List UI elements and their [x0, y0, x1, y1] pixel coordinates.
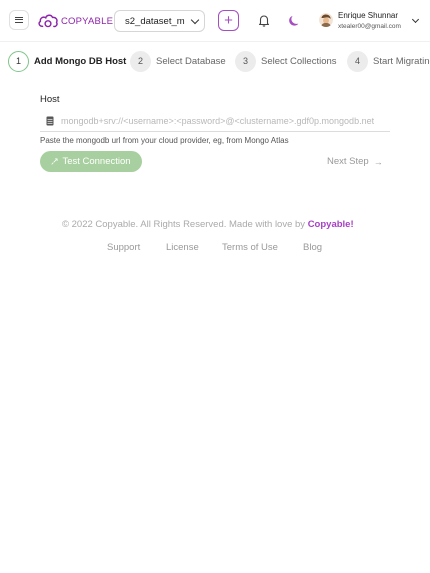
footer-link-support[interactable]: Support [107, 242, 140, 253]
step-number: 3 [235, 50, 256, 72]
brand-name: COPYABLE [61, 15, 114, 27]
hamburger-icon [15, 17, 23, 23]
next-step-button[interactable]: Next Step → [327, 156, 383, 167]
step-label: Start Migrating [373, 55, 430, 67]
brand-logo[interactable]: COPYABLE [37, 11, 113, 31]
plus-icon: + [224, 11, 233, 29]
host-input[interactable] [61, 116, 390, 126]
step-label: Select Database [156, 55, 226, 67]
test-connection-button[interactable]: Test Connection [40, 151, 142, 172]
host-label: Host [40, 94, 60, 105]
arrow-right-icon: → [373, 156, 383, 167]
step-number: 1 [8, 50, 29, 72]
user-menu-chevron-icon[interactable] [411, 15, 420, 24]
step-start-migrating[interactable]: 4 Start Migrating [347, 50, 430, 72]
dataset-select[interactable]: s2_dataset_m [114, 10, 205, 32]
migration-stepper: 1 Add Mongo DB Host 2 Select Database 3 … [0, 50, 430, 74]
database-icon [46, 116, 54, 126]
bell-icon[interactable] [258, 14, 270, 27]
add-button[interactable]: + [218, 10, 239, 31]
cloud-logo-icon [38, 14, 58, 28]
footer-link-blog[interactable]: Blog [303, 242, 322, 253]
step-number: 2 [130, 50, 151, 72]
step-add-host[interactable]: 1 Add Mongo DB Host [8, 50, 126, 72]
host-field [40, 111, 390, 132]
test-connection-label: Test Connection [62, 156, 131, 167]
user-name[interactable]: Enrique Shunnar [338, 11, 398, 20]
moon-icon[interactable] [288, 14, 301, 27]
footer-link-license[interactable]: License [166, 242, 199, 253]
next-step-label: Next Step [327, 156, 369, 167]
host-helper-text: Paste the mongodb url from your cloud pr… [40, 136, 289, 145]
avatar[interactable] [319, 13, 333, 27]
copyright-text: © 2022 Copyable. All Rights Reserved. Ma… [62, 219, 354, 230]
footer-link-terms[interactable]: Terms of Use [222, 242, 278, 253]
menu-button[interactable] [9, 10, 29, 30]
user-email: xtealer00@gmail.com [338, 23, 401, 30]
copyright-brand-link[interactable]: Copyable! [308, 219, 354, 230]
copyright-prefix: © 2022 Copyable. All Rights Reserved. Ma… [62, 219, 308, 230]
step-number: 4 [347, 50, 368, 72]
chevron-down-icon [190, 15, 200, 24]
dataset-select-value: s2_dataset_m [125, 15, 185, 27]
link-icon [51, 158, 58, 165]
step-label: Add Mongo DB Host [34, 55, 127, 67]
step-label: Select Collections [261, 55, 337, 67]
header-divider [0, 41, 430, 42]
step-select-database[interactable]: 2 Select Database [130, 50, 226, 72]
top-header: COPYABLE s2_dataset_m + Enrique Shunnar … [0, 0, 430, 42]
step-select-collections[interactable]: 3 Select Collections [235, 50, 337, 72]
